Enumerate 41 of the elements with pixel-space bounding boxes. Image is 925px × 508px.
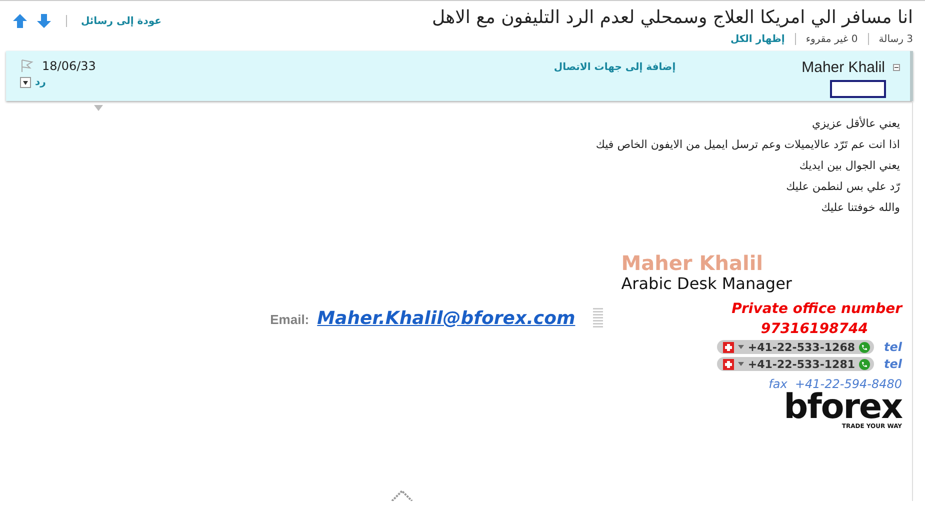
loading-icon: [390, 489, 414, 501]
add-to-contacts-link[interactable]: إضافة إلى جهات الاتصال: [554, 62, 676, 73]
message-line: يعني الجوال بين ايديك: [798, 159, 900, 172]
message-count: 3 رسالة: [878, 34, 913, 44]
conversation-title: انا مسافر الي امريكا العلاج وسمحلي لعدم الرد التليفون مع الاهل: [432, 7, 913, 28]
swiss-flag-icon: [722, 358, 734, 370]
message-line: والله خوفتنا عليك: [820, 201, 900, 214]
email-link[interactable]: Maher.Khalil@bforex.com: [317, 308, 576, 329]
message-line: رّد علي بس لنطمن عليك: [785, 180, 900, 193]
tel-label: tel: [884, 340, 902, 354]
input-field[interactable]: [830, 80, 886, 98]
message-line: يعني عالأقل عزيزي: [811, 117, 900, 130]
collapse-icon[interactable]: [893, 64, 900, 71]
previous-message-button[interactable]: [12, 13, 28, 29]
caret-icon: [738, 345, 744, 349]
caret-icon: [94, 105, 103, 111]
phone-number-chip[interactable]: +41-22-533-1268: [716, 340, 874, 354]
flag-icon[interactable]: [20, 59, 34, 73]
fax-number: fax +41-22-594-8480: [768, 377, 902, 391]
show-all-link[interactable]: إظهار الكل: [730, 34, 785, 44]
sender-name: Maher Khalil: [802, 59, 885, 76]
private-office-number: 97316198744: [760, 321, 868, 337]
signature-name: Maher Khalil: [621, 252, 764, 274]
email-label: Email:: [270, 312, 310, 327]
phone-icon: [859, 358, 870, 370]
signature-role: Arabic Desk Manager: [621, 274, 792, 293]
message-line: اذا انت عم تَرّد عالايميلات وعم ترسل ايميل من الايفون الخاص فيك: [594, 138, 900, 151]
swiss-flag-icon: [722, 342, 734, 352]
next-message-button[interactable]: [36, 13, 52, 29]
message-date: 18/06/33: [42, 59, 96, 73]
caret-icon: [23, 80, 28, 84]
tel-label: tel: [884, 357, 902, 371]
back-to-messages-link[interactable]: عودة إلى رسائل: [81, 16, 162, 26]
grip-icon: [593, 308, 604, 328]
reply-button[interactable]: رد: [20, 77, 96, 88]
private-office-label: Private office number: [732, 301, 902, 317]
caret-icon: [738, 362, 744, 366]
phone-number-chip[interactable]: +41-22-533-1281: [716, 357, 874, 371]
phone-icon: [859, 342, 870, 352]
company-logo: bforex: [784, 391, 902, 423]
message-count: 0 غير مقروء: [806, 34, 858, 44]
